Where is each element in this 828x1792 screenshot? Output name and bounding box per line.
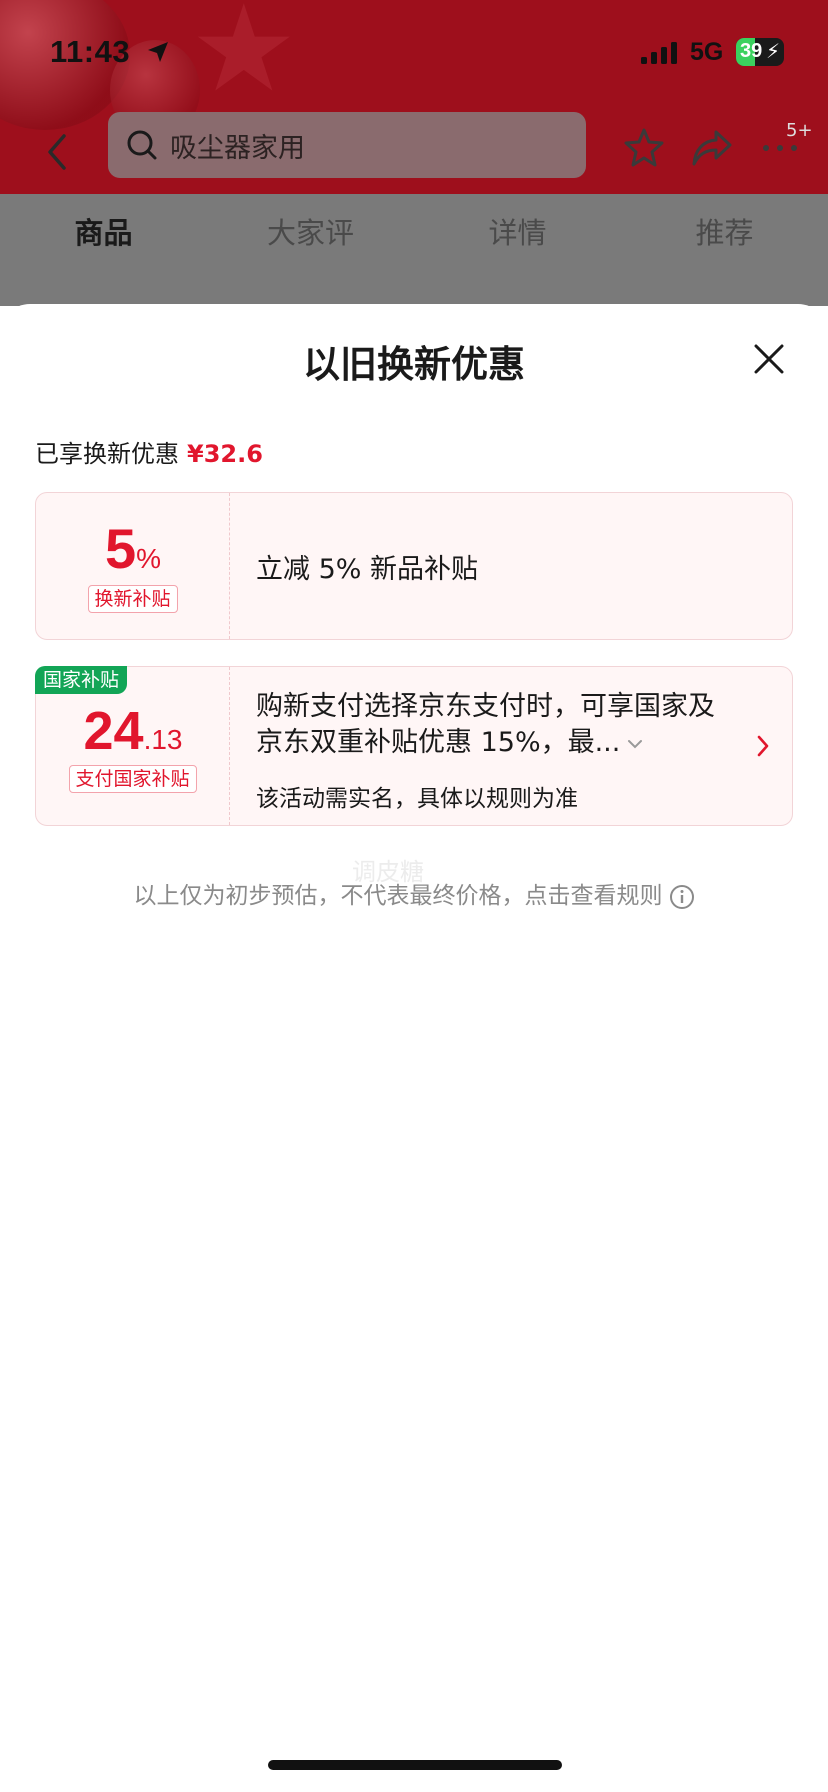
top-navbar: 吸尘器家用 5+ (0, 104, 828, 194)
sheet-title: 以旧换新优惠 (303, 343, 525, 386)
location-arrow-icon (148, 42, 168, 62)
tab-details[interactable]: 详情 (414, 194, 621, 272)
offer-tag: 支付国家补贴 (68, 765, 197, 793)
trade-in-sheet: 以旧换新优惠 已享换新优惠 ¥32.6 5% 换新补贴 立减 5% 新品补贴 24… (0, 304, 828, 1792)
info-icon[interactable] (669, 884, 695, 910)
offer-card-national-subsidy[interactable]: 24.13 支付国家补贴 国家补贴 购新支付选择京东支付时，可享国家及京东双重补… (35, 666, 793, 826)
chevron-right-icon[interactable] (754, 733, 772, 759)
search-icon (127, 130, 157, 160)
share-icon[interactable] (690, 126, 734, 170)
close-icon[interactable] (752, 342, 786, 376)
discount-summary: 已享换新优惠 ¥32.6 (35, 434, 263, 469)
footer-text: 以上仅为初步预估，不代表最终价格，点击查看规则 (133, 883, 663, 909)
offer-description: 购新支付选择京东支付时，可享国家及京东双重补贴优惠 15%，最... (256, 691, 715, 758)
offer-card-new-product-subsidy: 5% 换新补贴 立减 5% 新品补贴 (35, 492, 793, 640)
summary-label: 已享换新优惠 (35, 440, 179, 468)
rules-footer[interactable]: 以上仅为初步预估，不代表最终价格，点击查看规则 (0, 876, 828, 910)
tab-product[interactable]: 商品 (0, 194, 207, 272)
signal-icon (641, 42, 677, 64)
chevron-down-icon[interactable] (626, 735, 644, 753)
network-type: 5G (690, 38, 724, 66)
search-bar[interactable]: 吸尘器家用 (108, 112, 586, 178)
offer-tag: 换新补贴 (87, 585, 178, 613)
battery-level: 39 (740, 40, 763, 62)
home-indicator[interactable] (268, 1760, 562, 1770)
charging-icon: ⚡ (766, 39, 781, 63)
national-subsidy-badge: 国家补贴 (35, 666, 128, 694)
favorite-star-icon[interactable] (622, 126, 666, 170)
search-text: 吸尘器家用 (170, 132, 305, 164)
offer-value: 24.13 (83, 701, 183, 761)
offer-value-panel: 5% 换新补贴 (36, 493, 230, 639)
dimmed-page-content (0, 272, 828, 306)
tab-recommend[interactable]: 推荐 (621, 194, 828, 272)
tab-reviews[interactable]: 大家评 (207, 194, 414, 272)
offer-note: 该活动需实名，具体以规则为准 (256, 786, 578, 812)
battery-icon: 39 ⚡ (736, 38, 784, 66)
product-tabs: 商品 大家评 详情 推荐 (0, 194, 828, 272)
clock: 11:43 (50, 34, 131, 69)
offer-description: 立减 5% 新品补贴 (256, 554, 478, 585)
more-badge: 5+ (786, 120, 813, 141)
back-icon[interactable] (42, 132, 72, 172)
status-bar: 11:43 5G 39 ⚡ (0, 0, 828, 104)
summary-amount: ¥32.6 (187, 440, 263, 468)
offer-value: 5% (104, 517, 162, 580)
